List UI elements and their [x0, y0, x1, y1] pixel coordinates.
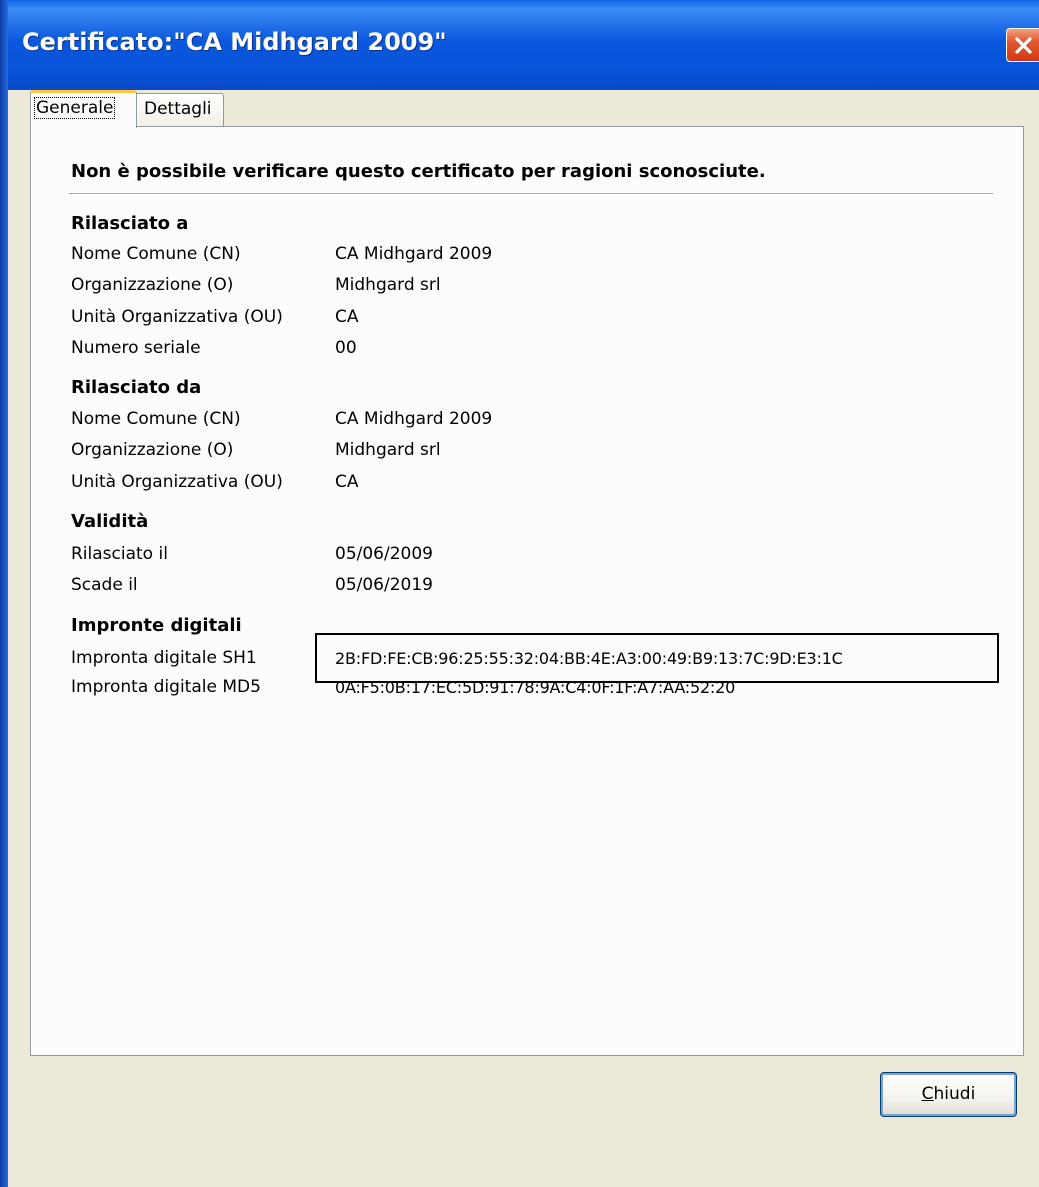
- window-frame: [0, 0, 8, 1187]
- tab-dettagli[interactable]: Dettagli: [137, 93, 224, 126]
- md5-fingerprint-label: Impronta digitale MD5: [71, 677, 261, 697]
- issued-by-o-value: Midhgard srl: [335, 440, 441, 460]
- sha1-fingerprint-value: 2B:FD:FE:CB:96:25:55:32:04:BB:4E:A3:00:4…: [335, 649, 843, 668]
- general-panel: Non è possibile verificare questo certif…: [30, 126, 1024, 1056]
- sha1-fingerprint-label: Impronta digitale SH1: [71, 648, 257, 668]
- verification-message: Non è possibile verificare questo certif…: [71, 161, 766, 182]
- issued-by-heading: Rilasciato da: [71, 377, 202, 398]
- tab-generale[interactable]: Generale: [30, 90, 137, 128]
- serial-number-value: 00: [335, 338, 357, 358]
- issued-to-cn-value: CA Midhgard 2009: [335, 244, 493, 264]
- title-bar[interactable]: Certificato:"CA Midhgard 2009": [0, 0, 1039, 90]
- issued-by-cn-value: CA Midhgard 2009: [335, 409, 493, 429]
- serial-number-label: Numero seriale: [71, 338, 201, 358]
- validity-heading: Validità: [71, 511, 149, 532]
- tab-dettagli-label: Dettagli: [144, 99, 212, 119]
- issued-by-o-label: Organizzazione (O): [71, 440, 234, 460]
- close-button-label: hiudi: [933, 1084, 976, 1104]
- issued-by-ou-value: CA: [335, 472, 359, 492]
- close-icon: [1015, 37, 1032, 54]
- window-title: Certificato:"CA Midhgard 2009": [22, 28, 447, 56]
- issued-on-label: Rilasciato il: [71, 544, 168, 564]
- issued-by-cn-label: Nome Comune (CN): [71, 409, 241, 429]
- certificate-dialog: Certificato:"CA Midhgard 2009" Generale …: [0, 0, 1039, 1187]
- fingerprints-heading: Impronte digitali: [71, 615, 242, 636]
- issued-on-value: 05/06/2009: [335, 544, 433, 564]
- tab-generale-label: Generale: [33, 97, 116, 119]
- issued-to-ou-label: Unità Organizzativa (OU): [71, 307, 283, 327]
- close-window-button[interactable]: [1006, 28, 1039, 62]
- issued-to-cn-label: Nome Comune (CN): [71, 244, 241, 264]
- issued-to-ou-value: CA: [335, 307, 359, 327]
- md5-fingerprint-value: 0A:F5:0B:17:EC:5D:91:78:9A:C4:0F:1F:A7:A…: [335, 678, 736, 697]
- close-button-accelerator: C: [921, 1084, 934, 1104]
- issued-to-heading: Rilasciato a: [71, 213, 189, 234]
- expires-on-label: Scade il: [71, 575, 138, 595]
- issued-by-ou-label: Unità Organizzativa (OU): [71, 472, 283, 492]
- issued-to-o-value: Midhgard srl: [335, 275, 441, 295]
- divider: [69, 193, 993, 195]
- expires-on-value: 05/06/2019: [335, 575, 433, 595]
- close-button[interactable]: Chiudi: [880, 1072, 1017, 1117]
- issued-to-o-label: Organizzazione (O): [71, 275, 234, 295]
